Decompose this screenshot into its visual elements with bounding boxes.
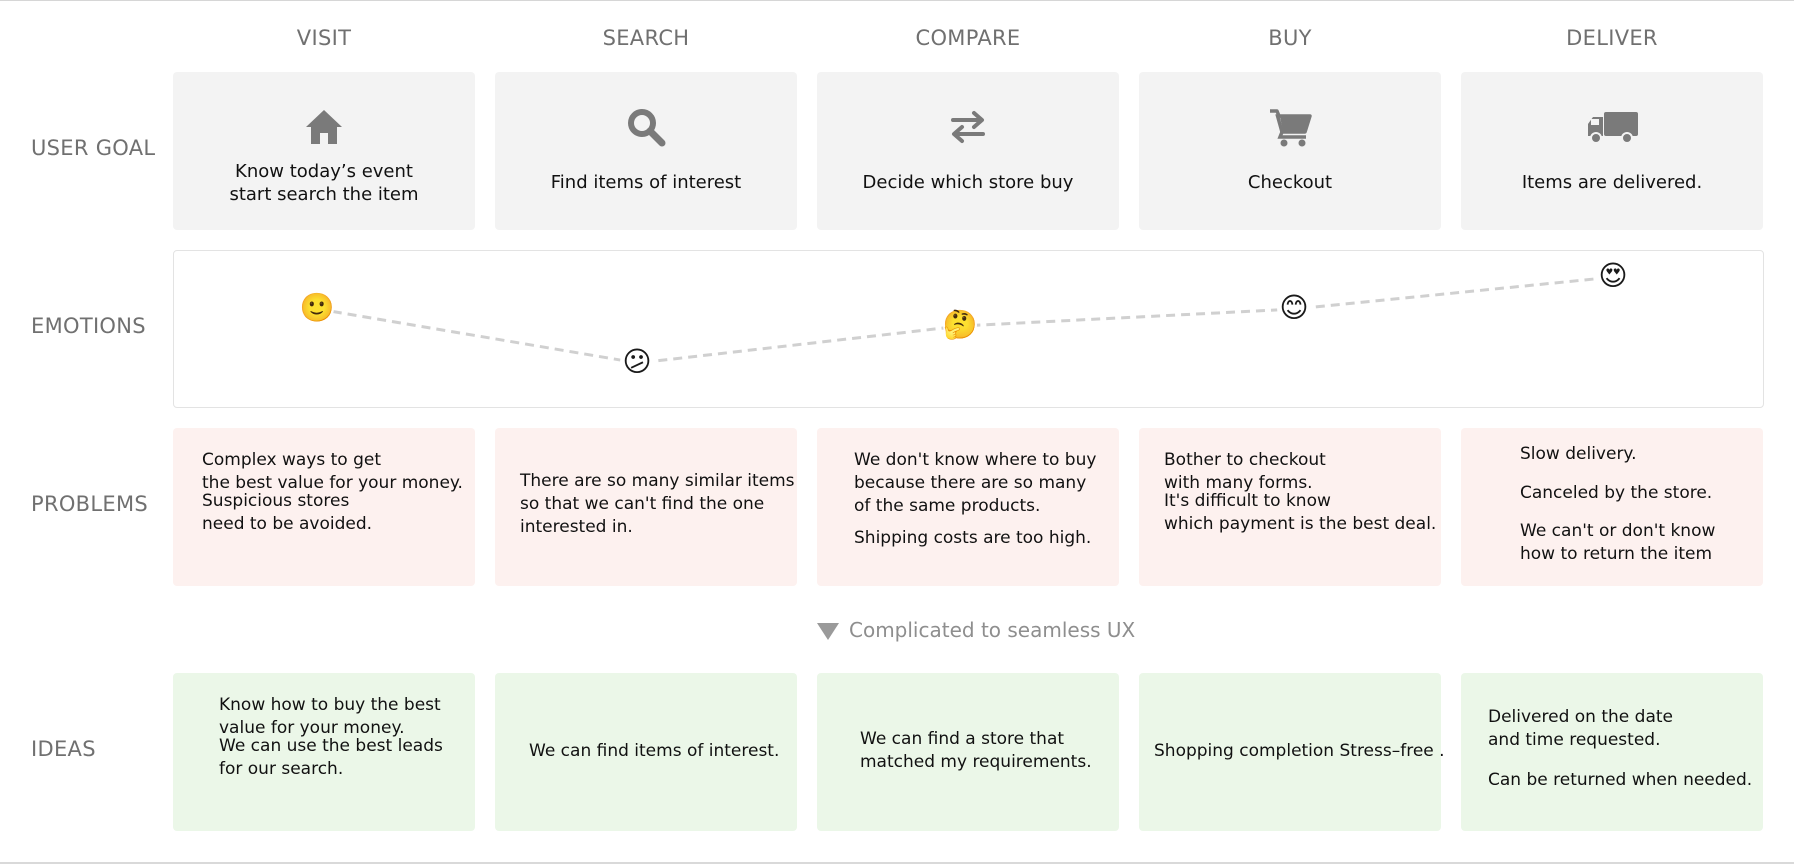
problem-text: Complex ways to get the best value for y… bbox=[202, 450, 463, 493]
goal-text-buy: Checkout bbox=[1247, 172, 1333, 193]
slightly-smiling-face-emoji: 🙂 bbox=[299, 291, 335, 325]
triangle-down-icon bbox=[817, 622, 839, 640]
goal-card-search: Find items of interest bbox=[495, 72, 797, 230]
idea-card-deliver: Delivered on the date and time requested… bbox=[1461, 673, 1763, 831]
stage-header-compare: COMPARE bbox=[915, 26, 1021, 50]
idea-text: We can find a store that matched my requ… bbox=[860, 729, 1092, 772]
problem-text: It's difficult to know which payment is … bbox=[1164, 491, 1437, 534]
thinking-face-emoji: 🤔 bbox=[942, 308, 978, 342]
transition-label: Complicated to seamless UX bbox=[817, 615, 1135, 645]
idea-card-buy: Shopping completion Stress–free . bbox=[1139, 673, 1445, 831]
problem-text: There are so many similar items so that … bbox=[520, 471, 795, 537]
idea-text: We can use the best leads for our search… bbox=[219, 736, 443, 779]
problem-text: Suspicious stores need to be avoided. bbox=[202, 491, 373, 534]
compare-arrows-icon bbox=[817, 106, 1119, 148]
problem-card-compare: We don't know where to buy because there… bbox=[817, 428, 1119, 586]
goal-card-buy: Checkout bbox=[1139, 72, 1441, 230]
cart-icon bbox=[1139, 106, 1441, 148]
stage-header-deliver: DELIVER bbox=[1566, 26, 1658, 50]
problem-text: Shipping costs are too high. bbox=[854, 528, 1092, 548]
stage-header-buy: BUY bbox=[1268, 26, 1312, 50]
problem-text: Slow delivery. bbox=[1520, 444, 1637, 464]
idea-card-search: We can find items of interest. bbox=[495, 673, 797, 831]
home-icon bbox=[173, 106, 475, 148]
goal-text-deliver: Items are delivered. bbox=[1521, 172, 1703, 193]
goal-text-visit: Know today’s event start search the item bbox=[229, 161, 419, 205]
idea-text: Delivered on the date and time requested… bbox=[1488, 707, 1673, 750]
problem-card-visit: Complex ways to get the best value for y… bbox=[173, 428, 475, 586]
row-label-ideas: IDEAS bbox=[31, 737, 96, 761]
stage-header-search: SEARCH bbox=[602, 26, 690, 50]
search-icon bbox=[495, 106, 797, 148]
problem-card-buy: Bother to checkout with many forms. It's… bbox=[1139, 428, 1441, 586]
row-label-emotions: EMOTIONS bbox=[31, 314, 146, 338]
idea-text: We can find items of interest. bbox=[529, 741, 780, 761]
confused-face-emoji: 😕 bbox=[620, 345, 654, 379]
problem-text: Bother to checkout with many forms. bbox=[1164, 450, 1326, 493]
goal-text-compare: Decide which store buy bbox=[862, 172, 1074, 193]
goal-text-search: Find items of interest bbox=[550, 172, 742, 193]
problem-card-deliver: Slow delivery. Canceled by the store. We… bbox=[1461, 428, 1763, 586]
problem-text: Canceled by the store. bbox=[1520, 483, 1713, 503]
row-label-problems: PROBLEMS bbox=[31, 492, 149, 516]
problem-card-search: There are so many similar items so that … bbox=[495, 428, 797, 586]
idea-text: Know how to buy the best value for your … bbox=[219, 695, 441, 738]
problem-text: We can't or don't know how to return the… bbox=[1520, 521, 1716, 564]
goal-card-compare: Decide which store buy bbox=[817, 72, 1119, 230]
heart-eyes-face-emoji: 😍 bbox=[1596, 259, 1630, 293]
idea-text: Shopping completion Stress–free . bbox=[1154, 741, 1445, 761]
idea-card-visit: Know how to buy the best value for your … bbox=[173, 673, 475, 831]
idea-text: Can be returned when needed. bbox=[1488, 770, 1753, 790]
top-border bbox=[0, 0, 1794, 1]
idea-card-compare: We can find a store that matched my requ… bbox=[817, 673, 1119, 831]
goal-card-deliver: Items are delivered. bbox=[1461, 72, 1763, 230]
goal-card-visit: Know today’s event start search the item bbox=[173, 72, 475, 230]
problem-text: We don't know where to buy because there… bbox=[854, 450, 1097, 516]
row-label-user-goal: USER GOAL bbox=[31, 136, 156, 160]
truck-icon bbox=[1461, 106, 1763, 148]
smiling-face-emoji: 😊 bbox=[1277, 291, 1311, 325]
stage-header-visit: VISIT bbox=[296, 26, 352, 50]
